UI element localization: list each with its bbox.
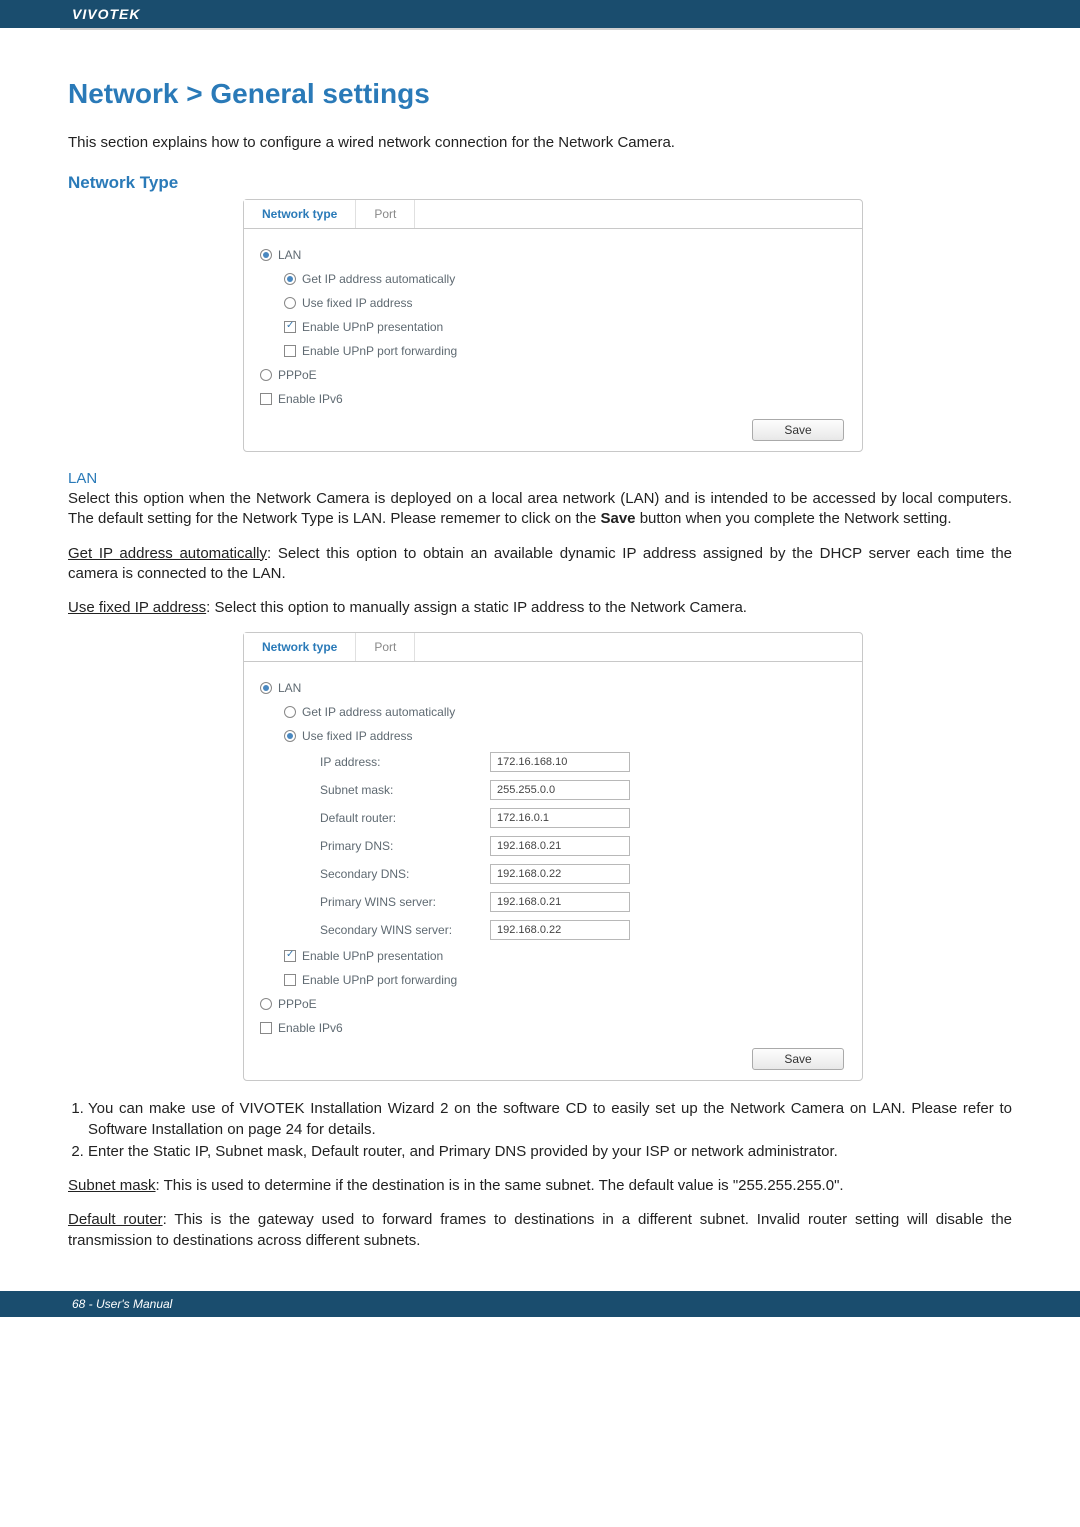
tab-port-2[interactable]: Port xyxy=(356,633,415,661)
save-button-2[interactable]: Save xyxy=(752,1048,844,1070)
network-panel-2: Network type Port LAN Get IP address aut… xyxy=(243,632,863,1081)
subnet-paragraph: Subnet mask: This is used to determine i… xyxy=(68,1176,1012,1196)
router-input[interactable] xyxy=(490,808,630,828)
radio-get-ip[interactable] xyxy=(284,273,296,285)
use-fixed-underline: Use fixed IP address xyxy=(68,599,206,616)
tabs: Network type Port xyxy=(244,200,862,229)
list-item-2: Enter the Static IP, Subnet mask, Defaul… xyxy=(88,1142,1012,1162)
get-ip-paragraph: Get IP address automatically: Select thi… xyxy=(68,544,1012,585)
label-upnp-port-2: Enable UPnP port forwarding xyxy=(302,973,457,987)
label-use-fixed: Use fixed IP address xyxy=(302,296,413,310)
divider xyxy=(60,28,1020,30)
ip-input[interactable] xyxy=(490,752,630,772)
lan-heading: LAN xyxy=(68,470,1012,487)
router-label: Default router: xyxy=(320,811,490,825)
radio-lan-2[interactable] xyxy=(260,682,272,694)
router-underline: Default router xyxy=(68,1211,163,1228)
tab-port[interactable]: Port xyxy=(356,200,415,228)
header-brand: VIVOTEK xyxy=(0,0,1080,28)
radio-pppoe-2[interactable] xyxy=(260,998,272,1010)
sdns-input[interactable] xyxy=(490,864,630,884)
pwins-label: Primary WINS server: xyxy=(320,895,490,909)
checkbox-ipv6[interactable] xyxy=(260,393,272,405)
checkbox-upnp-port[interactable] xyxy=(284,345,296,357)
tab-network-type[interactable]: Network type xyxy=(244,200,356,228)
save-button[interactable]: Save xyxy=(752,419,844,441)
label-upnp-port: Enable UPnP port forwarding xyxy=(302,344,457,358)
checkbox-ipv6-2[interactable] xyxy=(260,1022,272,1034)
numbered-list: You can make use of VIVOTEK Installation… xyxy=(68,1099,1012,1162)
tabs-2: Network type Port xyxy=(244,633,862,662)
checkbox-upnp-pres-2[interactable] xyxy=(284,950,296,962)
lan-para-bold: Save xyxy=(600,510,635,527)
list-item-1: You can make use of VIVOTEK Installation… xyxy=(88,1099,1012,1140)
use-fixed-tail: : Select this option to manually assign … xyxy=(206,599,747,616)
use-fixed-paragraph: Use fixed IP address: Select this option… xyxy=(68,598,1012,618)
label-ipv6-2: Enable IPv6 xyxy=(278,1021,343,1035)
pdns-label: Primary DNS: xyxy=(320,839,490,853)
pwins-input[interactable] xyxy=(490,892,630,912)
label-get-ip: Get IP address automatically xyxy=(302,272,455,286)
ip-label: IP address: xyxy=(320,755,490,769)
swins-input[interactable] xyxy=(490,920,630,940)
label-get-ip-2: Get IP address automatically xyxy=(302,705,455,719)
lan-paragraph: Select this option when the Network Came… xyxy=(68,489,1012,530)
label-pppoe-2: PPPoE xyxy=(278,997,317,1011)
label-ipv6: Enable IPv6 xyxy=(278,392,343,406)
radio-use-fixed[interactable] xyxy=(284,297,296,309)
radio-lan[interactable] xyxy=(260,249,272,261)
lan-para-tail: button when you complete the Network set… xyxy=(636,510,952,527)
subnet-input[interactable] xyxy=(490,780,630,800)
subnet-tail: : This is used to determine if the desti… xyxy=(156,1177,844,1194)
subnet-label: Subnet mask: xyxy=(320,783,490,797)
label-lan-2: LAN xyxy=(278,681,301,695)
sdns-label: Secondary DNS: xyxy=(320,867,490,881)
router-tail: : This is the gateway used to forward fr… xyxy=(68,1211,1012,1248)
radio-use-fixed-2[interactable] xyxy=(284,730,296,742)
label-pppoe: PPPoE xyxy=(278,368,317,382)
network-panel-1: Network type Port LAN Get IP address aut… xyxy=(243,199,863,452)
subnet-underline: Subnet mask xyxy=(68,1177,156,1194)
pdns-input[interactable] xyxy=(490,836,630,856)
router-paragraph: Default router: This is the gateway used… xyxy=(68,1210,1012,1251)
tab-network-type-2[interactable]: Network type xyxy=(244,633,356,661)
label-lan: LAN xyxy=(278,248,301,262)
intro-text: This section explains how to configure a… xyxy=(68,132,1012,153)
footer-text: 68 - User's Manual xyxy=(0,1291,1080,1317)
swins-label: Secondary WINS server: xyxy=(320,923,490,937)
checkbox-upnp-port-2[interactable] xyxy=(284,974,296,986)
page-title: Network > General settings xyxy=(68,78,1012,110)
label-upnp-pres-2: Enable UPnP presentation xyxy=(302,949,443,963)
checkbox-upnp-pres[interactable] xyxy=(284,321,296,333)
radio-get-ip-2[interactable] xyxy=(284,706,296,718)
label-use-fixed-2: Use fixed IP address xyxy=(302,729,413,743)
radio-pppoe[interactable] xyxy=(260,369,272,381)
get-ip-underline: Get IP address automatically xyxy=(68,545,267,562)
network-type-heading: Network Type xyxy=(68,173,1012,193)
label-upnp-pres: Enable UPnP presentation xyxy=(302,320,443,334)
